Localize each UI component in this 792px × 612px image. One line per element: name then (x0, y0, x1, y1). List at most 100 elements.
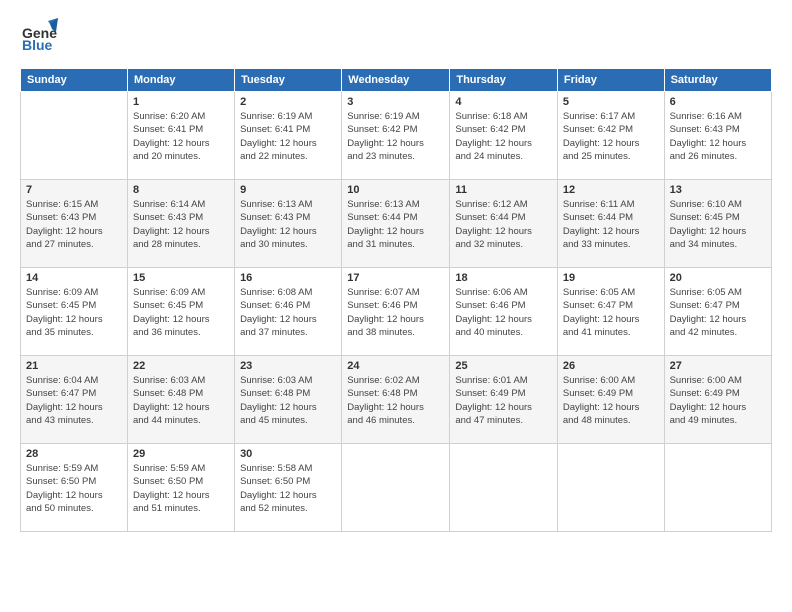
day-number: 30 (240, 448, 336, 460)
calendar-cell: 4 Sunrise: 6:18 AMSunset: 6:42 PMDaylight… (450, 92, 558, 180)
calendar-cell (450, 444, 558, 532)
calendar-week-2: 7Sunrise: 6:15 AMSunset: 6:43 PMDaylight… (21, 180, 772, 268)
calendar-cell: 6 Sunrise: 6:16 AMSunset: 6:43 PMDaylight… (664, 92, 771, 180)
day-info: Sunrise: 5:59 AMSunset: 6:50 PMDaylight:… (26, 462, 122, 515)
day-number: 15 (133, 272, 229, 284)
calendar-cell: 25 Sunrise: 6:01 AMSunset: 6:49 PMDayligh… (450, 356, 558, 444)
calendar-header-friday: Friday (557, 69, 664, 92)
day-number: 25 (455, 360, 552, 372)
day-info: Sunrise: 6:05 AMSunset: 6:47 PMDaylight:… (670, 286, 766, 339)
logo: General Blue (20, 16, 58, 58)
calendar-cell: 27Sunrise: 6:00 AMSunset: 6:49 PMDayligh… (664, 356, 771, 444)
day-number: 26 (563, 360, 659, 372)
calendar-cell: 29 Sunrise: 5:59 AMSunset: 6:50 PMDayligh… (127, 444, 234, 532)
day-info: Sunrise: 6:14 AMSunset: 6:43 PMDaylight:… (133, 198, 229, 251)
day-info: Sunrise: 6:19 AMSunset: 6:41 PMDaylight:… (240, 110, 336, 163)
calendar-header-thursday: Thursday (450, 69, 558, 92)
calendar-week-4: 21 Sunrise: 6:04 AMSunset: 6:47 PMDayligh… (21, 356, 772, 444)
calendar-cell (342, 444, 450, 532)
calendar-cell: 22Sunrise: 6:03 AMSunset: 6:48 PMDayligh… (127, 356, 234, 444)
calendar-cell: 12Sunrise: 6:11 AMSunset: 6:44 PMDayligh… (557, 180, 664, 268)
day-info: Sunrise: 6:06 AMSunset: 6:46 PMDaylight:… (455, 286, 552, 339)
calendar-cell: 21 Sunrise: 6:04 AMSunset: 6:47 PMDayligh… (21, 356, 128, 444)
calendar-cell: 28 Sunrise: 5:59 AMSunset: 6:50 PMDayligh… (21, 444, 128, 532)
svg-text:Blue: Blue (22, 37, 53, 53)
day-info: Sunrise: 6:13 AMSunset: 6:43 PMDaylight:… (240, 198, 336, 251)
calendar-cell: 18 Sunrise: 6:06 AMSunset: 6:46 PMDayligh… (450, 268, 558, 356)
calendar-cell: 1 Sunrise: 6:20 AMSunset: 6:41 PMDaylight… (127, 92, 234, 180)
day-number: 14 (26, 272, 122, 284)
calendar-cell: 16 Sunrise: 6:08 AMSunset: 6:46 PMDayligh… (235, 268, 342, 356)
day-info: Sunrise: 6:03 AMSunset: 6:48 PMDaylight:… (240, 374, 336, 427)
day-number: 23 (240, 360, 336, 372)
day-number: 11 (455, 184, 552, 196)
calendar-cell: 3 Sunrise: 6:19 AMSunset: 6:42 PMDaylight… (342, 92, 450, 180)
day-info: Sunrise: 6:18 AMSunset: 6:42 PMDaylight:… (455, 110, 552, 163)
calendar-week-1: 1 Sunrise: 6:20 AMSunset: 6:41 PMDaylight… (21, 92, 772, 180)
day-number: 21 (26, 360, 122, 372)
calendar-cell: 17Sunrise: 6:07 AMSunset: 6:46 PMDayligh… (342, 268, 450, 356)
day-info: Sunrise: 6:17 AMSunset: 6:42 PMDaylight:… (563, 110, 659, 163)
day-number: 28 (26, 448, 122, 460)
calendar-cell: 20 Sunrise: 6:05 AMSunset: 6:47 PMDayligh… (664, 268, 771, 356)
day-number: 29 (133, 448, 229, 460)
calendar-cell: 9 Sunrise: 6:13 AMSunset: 6:43 PMDaylight… (235, 180, 342, 268)
day-number: 10 (347, 184, 444, 196)
calendar-header-monday: Monday (127, 69, 234, 92)
header: General Blue (20, 16, 772, 58)
day-info: Sunrise: 6:19 AMSunset: 6:42 PMDaylight:… (347, 110, 444, 163)
day-info: Sunrise: 5:58 AMSunset: 6:50 PMDaylight:… (240, 462, 336, 515)
day-info: Sunrise: 5:59 AMSunset: 6:50 PMDaylight:… (133, 462, 229, 515)
day-number: 3 (347, 96, 444, 108)
day-info: Sunrise: 6:05 AMSunset: 6:47 PMDaylight:… (563, 286, 659, 339)
day-info: Sunrise: 6:00 AMSunset: 6:49 PMDaylight:… (670, 374, 766, 427)
day-info: Sunrise: 6:01 AMSunset: 6:49 PMDaylight:… (455, 374, 552, 427)
day-number: 18 (455, 272, 552, 284)
calendar-header-tuesday: Tuesday (235, 69, 342, 92)
day-info: Sunrise: 6:03 AMSunset: 6:48 PMDaylight:… (133, 374, 229, 427)
calendar-cell: 23 Sunrise: 6:03 AMSunset: 6:48 PMDayligh… (235, 356, 342, 444)
day-info: Sunrise: 6:10 AMSunset: 6:45 PMDaylight:… (670, 198, 766, 251)
day-info: Sunrise: 6:08 AMSunset: 6:46 PMDaylight:… (240, 286, 336, 339)
day-number: 19 (563, 272, 659, 284)
calendar-cell (557, 444, 664, 532)
calendar-cell: 7Sunrise: 6:15 AMSunset: 6:43 PMDaylight… (21, 180, 128, 268)
day-info: Sunrise: 6:20 AMSunset: 6:41 PMDaylight:… (133, 110, 229, 163)
day-number: 5 (563, 96, 659, 108)
day-number: 20 (670, 272, 766, 284)
calendar-cell: 10Sunrise: 6:13 AMSunset: 6:44 PMDayligh… (342, 180, 450, 268)
day-number: 24 (347, 360, 444, 372)
day-number: 1 (133, 96, 229, 108)
calendar-cell: 30 Sunrise: 5:58 AMSunset: 6:50 PMDayligh… (235, 444, 342, 532)
day-number: 13 (670, 184, 766, 196)
day-number: 12 (563, 184, 659, 196)
day-info: Sunrise: 6:09 AMSunset: 6:45 PMDaylight:… (133, 286, 229, 339)
day-info: Sunrise: 6:16 AMSunset: 6:43 PMDaylight:… (670, 110, 766, 163)
calendar-cell: 13 Sunrise: 6:10 AMSunset: 6:45 PMDayligh… (664, 180, 771, 268)
logo-icon: General Blue (20, 16, 58, 58)
calendar-header-row: SundayMondayTuesdayWednesdayThursdayFrid… (21, 69, 772, 92)
day-number: 9 (240, 184, 336, 196)
calendar-cell: 24 Sunrise: 6:02 AMSunset: 6:48 PMDayligh… (342, 356, 450, 444)
calendar-header-saturday: Saturday (664, 69, 771, 92)
day-info: Sunrise: 6:02 AMSunset: 6:48 PMDaylight:… (347, 374, 444, 427)
calendar-header-sunday: Sunday (21, 69, 128, 92)
calendar-cell (664, 444, 771, 532)
calendar-cell: 26 Sunrise: 6:00 AMSunset: 6:49 PMDayligh… (557, 356, 664, 444)
day-number: 6 (670, 96, 766, 108)
day-number: 4 (455, 96, 552, 108)
calendar-table: SundayMondayTuesdayWednesdayThursdayFrid… (20, 68, 772, 532)
page: General Blue SundayMondayTuesdayWednesda… (0, 0, 792, 612)
day-info: Sunrise: 6:04 AMSunset: 6:47 PMDaylight:… (26, 374, 122, 427)
day-number: 8 (133, 184, 229, 196)
calendar-week-5: 28 Sunrise: 5:59 AMSunset: 6:50 PMDayligh… (21, 444, 772, 532)
day-info: Sunrise: 6:09 AMSunset: 6:45 PMDaylight:… (26, 286, 122, 339)
day-info: Sunrise: 6:07 AMSunset: 6:46 PMDaylight:… (347, 286, 444, 339)
calendar-cell: 5 Sunrise: 6:17 AMSunset: 6:42 PMDaylight… (557, 92, 664, 180)
day-info: Sunrise: 6:12 AMSunset: 6:44 PMDaylight:… (455, 198, 552, 251)
day-info: Sunrise: 6:15 AMSunset: 6:43 PMDaylight:… (26, 198, 122, 251)
calendar-cell: 8 Sunrise: 6:14 AMSunset: 6:43 PMDaylight… (127, 180, 234, 268)
day-number: 16 (240, 272, 336, 284)
day-info: Sunrise: 6:00 AMSunset: 6:49 PMDaylight:… (563, 374, 659, 427)
calendar-cell: 11 Sunrise: 6:12 AMSunset: 6:44 PMDayligh… (450, 180, 558, 268)
